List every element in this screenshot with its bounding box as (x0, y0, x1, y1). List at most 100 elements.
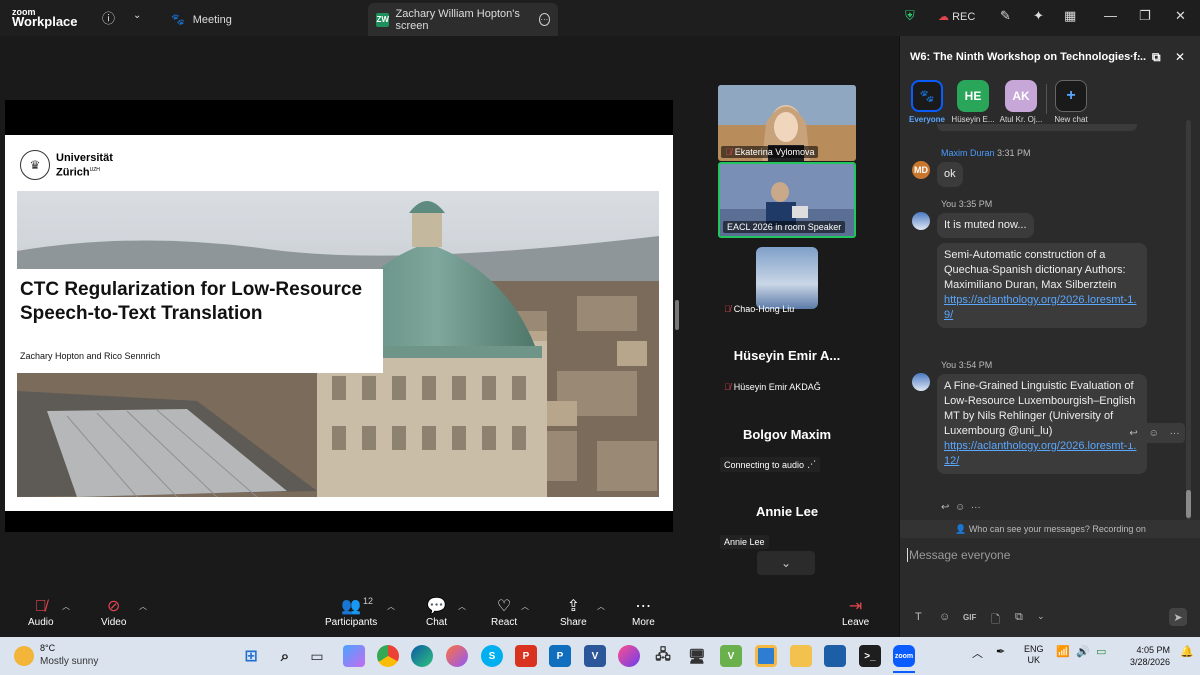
paw-icon: 🐾 (171, 14, 185, 26)
share-button[interactable]: ⇪ Share (560, 597, 587, 628)
chat-message[interactable]: ok (937, 162, 963, 187)
annotate-icon[interactable]: ✎ (1000, 8, 1011, 24)
chat-message[interactable]: A Fine-Grained Linguistic Evaluation of … (937, 374, 1147, 474)
start-icon[interactable]: ⊞ (240, 645, 262, 667)
more-options-icon[interactable]: ··· (1130, 51, 1141, 63)
new-chat-button[interactable]: + New chat (1046, 80, 1096, 124)
visio-icon[interactable]: V (584, 645, 606, 667)
skype-icon[interactable]: S (481, 645, 503, 667)
resize-handle[interactable] (675, 300, 679, 330)
rec-indicator[interactable]: ☁ REC (938, 10, 975, 23)
format-text-icon[interactable]: T (915, 611, 922, 623)
close-icon[interactable]: ✕ (1175, 8, 1186, 24)
scroll-participants-button[interactable]: ⌄ (757, 551, 815, 575)
pen-icon[interactable]: ✒ (996, 645, 1005, 658)
tab-shared-screen[interactable]: ZW Zachary William Hopton's screen ··· (368, 3, 558, 36)
recipient-huseyin[interactable]: HE Hüseyin E... (948, 80, 998, 124)
virtualbox-icon[interactable] (824, 645, 846, 667)
info-icon[interactable]: ⓘ (102, 8, 115, 27)
search-icon[interactable]: ⌕ (274, 645, 296, 667)
zoom-taskbar-icon[interactable]: zoom (893, 645, 915, 667)
weather-desc[interactable]: Mostly sunny (40, 656, 98, 667)
emoji-icon[interactable]: ☺ (939, 611, 950, 623)
message-composer[interactable]: Message everyone T ☺ GIF 🗋 ⧉ ⌄ ➤ (901, 538, 1199, 637)
chat-options-caret[interactable]: ︿ (458, 601, 466, 612)
leave-button[interactable]: ⇥ Leave (842, 597, 869, 628)
wifi-icon[interactable]: 📶 (1056, 645, 1070, 658)
chat-scrollbar-thumb[interactable] (1186, 490, 1191, 518)
notification-bell-icon[interactable]: 🔔 (1180, 645, 1194, 658)
chat-message[interactable]: It is muted now... (937, 213, 1034, 238)
video-options-caret[interactable]: ︿ (139, 601, 147, 612)
pdf-icon[interactable]: P (515, 645, 537, 667)
weather-temp[interactable]: 8°C (40, 643, 55, 653)
file-manager-icon[interactable] (755, 645, 777, 667)
more-options-icon[interactable]: ··· (538, 13, 550, 26)
sun-icon[interactable] (14, 646, 34, 666)
participant-tile[interactable]: 🎙̸ Ekaterina Vylomova (718, 85, 856, 161)
vim-icon[interactable]: V (720, 645, 742, 667)
recipient-everyone[interactable]: 🐾 Everyone (902, 80, 952, 124)
battery-icon[interactable]: ▭ (1096, 645, 1106, 658)
pop-out-icon[interactable]: ⧉ (1152, 50, 1161, 65)
remote-desktop-icon[interactable]: 🖥 (686, 645, 708, 667)
video-button[interactable]: ⊘ Video (101, 597, 126, 628)
volume-icon[interactable]: 🔊 (1076, 645, 1090, 658)
participant-label: Connecting to audio ⋰ (720, 457, 821, 472)
firefox-icon[interactable] (446, 645, 468, 667)
share-options-caret[interactable]: ︿ (597, 601, 605, 612)
tab-meeting[interactable]: 🐾 Meeting (163, 3, 240, 36)
participant-name-tile[interactable]: Annie Lee (718, 504, 856, 519)
more-icon[interactable]: ··· (971, 502, 981, 513)
folder-icon[interactable] (790, 645, 812, 667)
participant-tile-active-speaker[interactable]: EACL 2026 in room Speaker (718, 162, 856, 238)
message-input[interactable]: Message everyone (909, 548, 1010, 562)
chevron-up-icon[interactable]: ︿ (972, 645, 983, 661)
audio-options-caret[interactable]: ︿ (62, 601, 70, 612)
task-view-icon[interactable]: ▭ (306, 645, 328, 667)
chat-button[interactable]: 💬 Chat (426, 597, 447, 628)
restore-icon[interactable]: ❐ (1139, 8, 1151, 24)
close-chat-icon[interactable]: ✕ (1175, 50, 1185, 64)
participant-name-tile[interactable]: Hüseyin Emir A... (718, 348, 856, 363)
emoji-react-icon[interactable]: ☺ (955, 502, 965, 513)
screenshot-icon[interactable]: ⧉ (1015, 611, 1023, 624)
copilot-icon[interactable] (343, 645, 365, 667)
more-button[interactable]: ⋯ More (632, 597, 655, 628)
ai-companion-icon[interactable]: ✦ (1033, 8, 1044, 24)
view-layout-icon[interactable]: ▦ (1064, 8, 1076, 24)
clock[interactable]: 4:05 PM 3/28/2026 (1120, 644, 1170, 668)
message-link[interactable]: https://aclanthology.org/2026.loresmt-1.… (944, 294, 1136, 321)
emoji-react-icon[interactable]: ☺ (1149, 428, 1159, 439)
message-link[interactable]: https://aclanthology.org/2026.loresmt-1.… (944, 440, 1136, 467)
who-can-see-banner[interactable]: 👤 Who can see your messages? Recording o… (900, 520, 1200, 538)
reply-icon[interactable]: ↩ (941, 502, 949, 513)
chrome-icon[interactable] (377, 645, 399, 667)
chat-scrollbar[interactable] (1186, 120, 1191, 520)
file-icon[interactable]: 🗋 (991, 611, 1000, 630)
more-icon: ⋯ (635, 598, 652, 615)
reply-icon[interactable]: ↩ (1129, 428, 1137, 439)
send-icon[interactable]: ➤ (1169, 608, 1187, 626)
project-icon[interactable]: P (549, 645, 571, 667)
audio-button[interactable]: 🎙̸ Audio (28, 597, 54, 628)
react-button[interactable]: ♡ React (491, 597, 517, 628)
app-icon[interactable] (618, 645, 640, 667)
shield-icon[interactable]: ⛨ (905, 8, 915, 24)
chevron-down-icon[interactable]: ⌄ (133, 10, 141, 21)
more-icon[interactable]: ··· (1170, 428, 1180, 439)
gif-button[interactable]: GIF (963, 613, 976, 622)
participant-name-tile[interactable]: Bolgov Maxim (718, 427, 856, 442)
message-actions: ↩ ☺ ··· (1124, 423, 1185, 443)
recipient-atul[interactable]: AK Atul Kr. Oj... (996, 80, 1046, 124)
chevron-down-icon[interactable]: ⌄ (1037, 611, 1045, 622)
chat-message[interactable]: Semi-Automatic construction of a Quechua… (937, 243, 1147, 328)
participants-options-caret[interactable]: ︿ (387, 601, 395, 612)
network-share-icon[interactable]: 🖧 (652, 645, 674, 667)
minimize-icon[interactable]: — (1104, 8, 1117, 23)
terminal-icon[interactable]: >_ (859, 645, 881, 667)
edge-icon[interactable] (411, 645, 433, 667)
react-options-caret[interactable]: ︿ (521, 601, 529, 612)
language-indicator[interactable]: ENG UK (1024, 644, 1044, 666)
participant-avatar[interactable] (756, 247, 818, 309)
